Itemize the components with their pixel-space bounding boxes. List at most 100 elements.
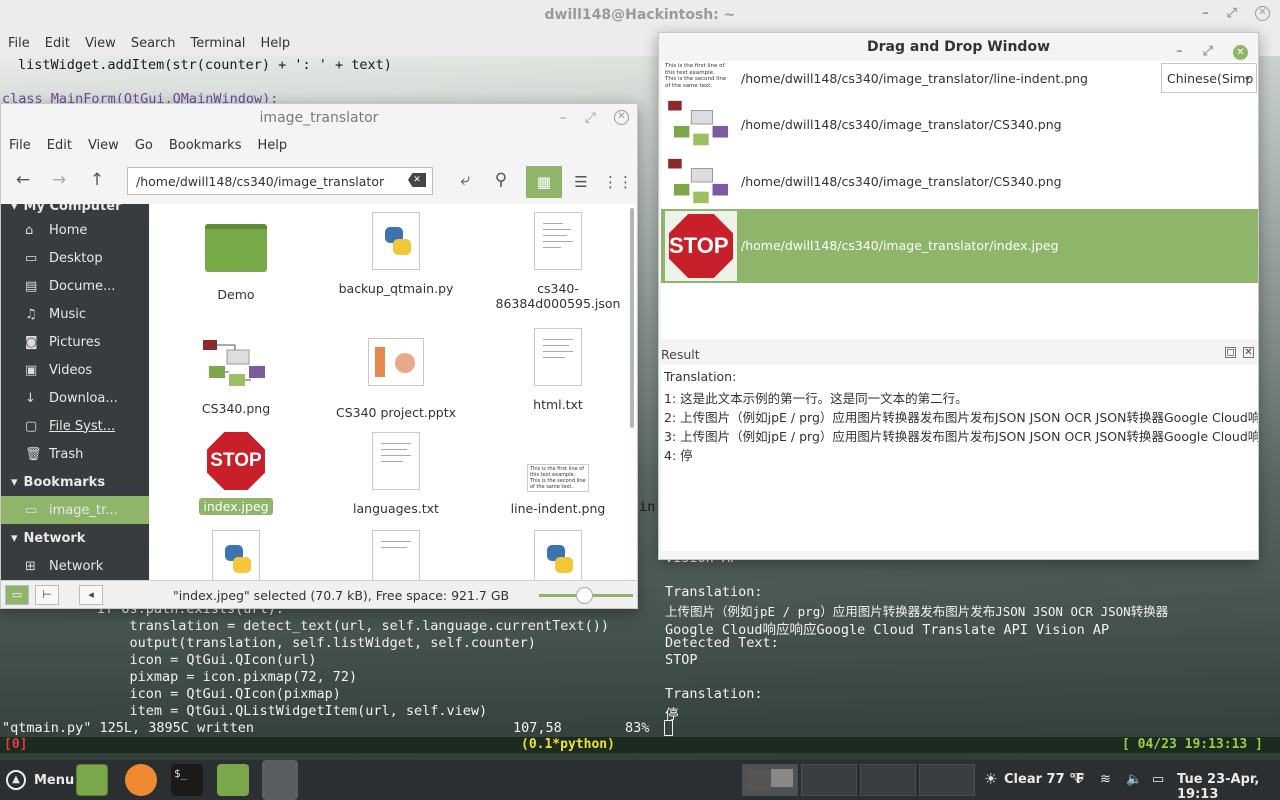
file-item[interactable]: cs340- 86384d000595.json bbox=[478, 212, 636, 312]
video-icon: ▣ bbox=[25, 362, 38, 378]
sidebar-section-network[interactable]: ▾ Network bbox=[1, 524, 149, 552]
sidebar-item-music[interactable]: ♫ Music bbox=[1, 300, 149, 328]
list-item[interactable]: /home/dwill148/cs340/image_translator/CS… bbox=[661, 153, 1258, 211]
list-view-button[interactable]: ☰ bbox=[563, 166, 599, 198]
file-item[interactable] bbox=[156, 530, 316, 580]
dropped-files-list[interactable]: This is the first line of this text examp… bbox=[661, 61, 1258, 339]
minimize-icon[interactable]: – bbox=[1202, 6, 1209, 21]
language-select[interactable]: Chinese(Simp ⌄ bbox=[1161, 63, 1257, 93]
file-item[interactable] bbox=[478, 530, 636, 580]
menu-help[interactable]: Help bbox=[260, 36, 298, 51]
fm-menu-file[interactable]: File bbox=[9, 138, 31, 153]
sidebar-section-bookmarks[interactable]: ▾ Bookmarks bbox=[1, 468, 149, 496]
maximize-icon[interactable]: ⤢ bbox=[585, 110, 596, 126]
menu-file[interactable]: File bbox=[8, 36, 38, 51]
mint-logo-icon: ▲ bbox=[6, 770, 26, 790]
file-item[interactable]: languages.txt bbox=[316, 432, 476, 517]
file-item[interactable]: html.txt bbox=[478, 328, 636, 413]
close-icon[interactable]: ✕ bbox=[1233, 44, 1248, 60]
code-line: item = QtGui.QListWidgetItem(url, self.v… bbox=[97, 703, 488, 719]
active-window-button[interactable] bbox=[262, 760, 298, 800]
json-file-icon bbox=[534, 212, 582, 270]
fm-menu-bookmarks[interactable]: Bookmarks bbox=[169, 138, 242, 153]
close-icon[interactable]: ✕ bbox=[1243, 347, 1254, 358]
fm-menu-go[interactable]: Go bbox=[135, 138, 153, 153]
terminal-cursor bbox=[664, 720, 673, 736]
menu-search[interactable]: Search bbox=[131, 36, 184, 51]
stop-sign-icon: STOP bbox=[669, 214, 733, 278]
result-line: 3: 上传图片（例如jpE / prg）应用图片转换器发布图片发布JSON JS… bbox=[664, 429, 1258, 444]
workspace-3[interactable] bbox=[860, 764, 916, 796]
sidebar-item-pictures[interactable]: ◙ Pictures bbox=[1, 328, 149, 356]
search-icon[interactable]: ⚲ bbox=[489, 169, 513, 191]
tree-toggle-icon[interactable]: ⊢ bbox=[35, 585, 59, 605]
close-icon[interactable]: ✕ bbox=[1255, 6, 1270, 21]
file-item[interactable]: CS340 project.pptx bbox=[316, 338, 476, 421]
places-toggle-icon[interactable]: ▭ bbox=[5, 585, 29, 605]
file-item[interactable]: This is the first line of this text examp… bbox=[478, 464, 636, 517]
path-input[interactable]: /home/dwill148/cs340/image_translator ✕ bbox=[127, 167, 433, 195]
weather-sun-icon[interactable]: ☀ bbox=[984, 770, 997, 788]
code-line: icon = QtGui.QIcon(pixmap) bbox=[97, 686, 341, 702]
show-desktop-icon[interactable] bbox=[76, 764, 108, 796]
clipboard-icon[interactable]: ▭ bbox=[1152, 772, 1164, 787]
clock[interactable]: Tue 23-Apr, 19:13 bbox=[1177, 772, 1280, 800]
network-icon: ⊞ bbox=[25, 558, 36, 574]
firefox-icon[interactable] bbox=[125, 764, 157, 796]
fm-menu-edit[interactable]: Edit bbox=[47, 138, 72, 153]
zoom-slider-handle[interactable] bbox=[576, 587, 593, 604]
terminal-icon[interactable]: $_ bbox=[171, 764, 203, 796]
close-icon[interactable]: ✕ bbox=[614, 110, 629, 125]
compact-view-button[interactable]: ⋮⋮ bbox=[600, 166, 636, 198]
menu-edit[interactable]: Edit bbox=[45, 36, 78, 51]
list-item[interactable]: /home/dwill148/cs340/image_translator/CS… bbox=[661, 95, 1258, 153]
shield-icon[interactable]: ⛉ bbox=[1074, 772, 1084, 787]
file-item[interactable] bbox=[316, 530, 476, 580]
icon-view-button[interactable]: ▦ bbox=[526, 166, 562, 198]
sidebar-item-documents[interactable]: ▤ Docume... bbox=[1, 272, 149, 300]
result-text[interactable]: Translation: 1: 这是此文本示例的第一行。这是同一文本的第二行。 … bbox=[661, 365, 1258, 551]
file-item[interactable]: Demo bbox=[156, 216, 316, 303]
list-item[interactable]: STOP /home/dwill148/cs340/image_translat… bbox=[661, 209, 1258, 283]
fm-menu-help[interactable]: Help bbox=[257, 138, 287, 153]
result-line: 2: 上传图片（例如jpE / prg）应用图片转换器发布图片发布JSON JS… bbox=[664, 410, 1258, 425]
wifi-icon[interactable]: ≋ bbox=[1100, 772, 1111, 787]
forward-arrow-icon[interactable]: → bbox=[47, 169, 71, 191]
workspace-2[interactable] bbox=[801, 764, 857, 796]
start-menu-button[interactable]: ▲ Menu bbox=[6, 770, 74, 790]
clear-path-icon[interactable]: ✕ bbox=[408, 173, 426, 187]
menu-view[interactable]: View bbox=[85, 36, 124, 51]
weather-text[interactable]: Clear 77 °F bbox=[1004, 772, 1085, 787]
sidebar-item-bookmark[interactable]: ▭ image_tr... bbox=[1, 496, 149, 524]
fm-statusbar: ▭ ⊢ ◂ "index.jpeg" selected (70.7 kB), F… bbox=[1, 580, 637, 608]
maximize-icon[interactable]: ⤢ bbox=[1227, 6, 1237, 21]
float-icon[interactable]: ◻ bbox=[1225, 347, 1236, 358]
sidebar-item-desktop[interactable]: ▭ Desktop bbox=[1, 244, 149, 272]
file-item[interactable]: STOP index.jpeg bbox=[156, 432, 316, 515]
back-arrow-icon[interactable]: ← bbox=[11, 169, 35, 191]
file-item[interactable]: CS340.png bbox=[156, 336, 316, 417]
minimize-icon[interactable]: – bbox=[560, 110, 567, 126]
vertical-scrollbar[interactable] bbox=[630, 208, 634, 428]
sidebar-item-trash[interactable]: 🗑 Trash bbox=[1, 440, 149, 468]
toggle-location-icon[interactable]: ⤶ bbox=[453, 169, 477, 191]
workspace-1[interactable] bbox=[742, 764, 798, 796]
volume-icon[interactable]: 🔈 bbox=[1126, 772, 1142, 787]
fm-menu-view[interactable]: View bbox=[88, 138, 119, 153]
hide-sidebar-icon[interactable]: ◂ bbox=[79, 585, 103, 605]
menu-terminal[interactable]: Terminal bbox=[190, 36, 253, 51]
file-item[interactable]: backup_qtmain.py bbox=[316, 212, 476, 297]
sidebar-item-filesystem[interactable]: ▢ File Syst... bbox=[1, 412, 149, 440]
workspace-4[interactable] bbox=[919, 764, 975, 796]
up-arrow-icon[interactable]: ↑ bbox=[85, 169, 109, 191]
menu-label: Menu bbox=[34, 772, 75, 788]
sidebar-item-downloads[interactable]: ↓ Downloa... bbox=[1, 384, 149, 412]
sidebar-item-network[interactable]: ⊞ Network bbox=[1, 552, 149, 580]
dd-title: Drag and Drop Window bbox=[867, 39, 1050, 55]
diagram-thumbnail-icon bbox=[203, 340, 265, 386]
tmux-clock: [ 04/23 19:13:13 ] bbox=[1122, 737, 1263, 752]
files-icon[interactable] bbox=[217, 764, 249, 796]
sidebar-item-home[interactable]: ⌂ Home bbox=[1, 216, 149, 244]
terminal-title: dwill148@Hackintosh: ~ bbox=[544, 7, 736, 23]
sidebar-item-videos[interactable]: ▣ Videos bbox=[1, 356, 149, 384]
